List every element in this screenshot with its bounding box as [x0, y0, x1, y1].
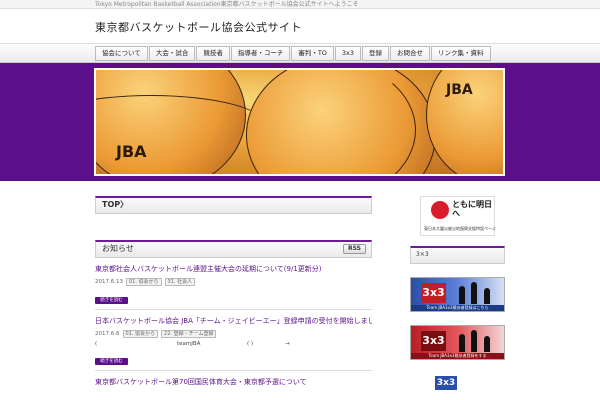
site-header: 東京都バスケットボール協会公式サイト — [0, 9, 600, 43]
breadcrumb-label[interactable]: TOP〉 — [102, 200, 128, 209]
nav-item[interactable]: 協会について — [95, 46, 148, 61]
post-date: 2017.6.13 — [95, 279, 123, 285]
player-silhouette — [484, 288, 490, 304]
banner-title: ともに明日へ — [452, 200, 492, 218]
site-tagline: Tokyo Metropolitan Basketball Associatio… — [95, 1, 359, 8]
post-title-link[interactable]: 東京都バスケットボール第70回国民体育大会・東京都予選について — [95, 377, 372, 387]
recovery-support-banner[interactable]: ともに明日へ 東日本大震災被災地復興支援特設ページ — [420, 196, 496, 236]
banner-caption: 東日本大震災被災地復興支援特設ページ — [424, 226, 496, 231]
sidebar: ともに明日へ 東日本大震災被災地復興支援特設ページ 3×3 3x3 Team J… — [410, 196, 505, 390]
breadcrumb: TOP〉 — [95, 196, 372, 214]
player-silhouette — [459, 334, 465, 352]
nav-item[interactable]: 大会・試合 — [148, 46, 196, 61]
player-silhouette — [471, 282, 477, 304]
main-content: TOP〉 お知らせ RSS 東京都社会人バスケットボール連盟主催大会の延期につい… — [95, 196, 372, 391]
global-nav: 協会について 大会・試合 競技者 指導者・コーチ 審判・TO 3x3 登録 お問合せ リンク集・… — [0, 43, 600, 63]
read-more-button[interactable]: 続きを読む — [95, 358, 128, 365]
3x3-logo: 3x3 — [421, 331, 446, 351]
nav-item[interactable]: 3x3 — [334, 46, 362, 61]
hero-image: JBA JBA — [96, 70, 503, 174]
hero-frame: JBA JBA — [94, 68, 505, 176]
excerpt-text: teamJBA — [177, 341, 201, 347]
news-post: 東京都社会人バスケットボール連盟主催大会の延期について(9/1更新分) 2017… — [95, 258, 372, 310]
3x3-banner-partial[interactable]: 3x3 — [410, 370, 505, 390]
ball-seam — [236, 70, 416, 174]
japan-map-icon — [431, 201, 449, 219]
news-post: 日本バスケットボール協会 JBA「チーム・ジェイビーエー」登録申請の受付を開始し… — [95, 310, 372, 371]
nav-item[interactable]: 競技者 — [196, 46, 230, 61]
rss-button[interactable]: RSS — [343, 244, 366, 254]
player-silhouette — [484, 336, 490, 352]
nav-item[interactable]: 登録 — [362, 46, 390, 61]
player-silhouette — [459, 286, 465, 304]
jba-logo-text: JBA — [446, 82, 473, 98]
news-post: 東京都バスケットボール第70回国民体育大会・東京都予選について — [95, 371, 372, 391]
excerpt-arrow: → — [285, 341, 290, 347]
3x3-registration-banner[interactable]: 3x3 Team JBA3x3競技者登録はこちら — [410, 277, 505, 312]
post-meta: 2017.6.6 01. 協会から 22. 登録・チーム登録 — [95, 330, 372, 338]
3x3-logo: 3x3 — [435, 376, 457, 390]
news-heading: お知らせ — [102, 244, 134, 253]
post-title-link[interactable]: 東京都社会人バスケットボール連盟主催大会の延期について(9/1更新分) — [95, 264, 372, 274]
3x3-logo: 3x3 — [421, 283, 446, 303]
post-category-tag[interactable]: 31. 社会人 — [164, 278, 196, 286]
nav-list: 協会について 大会・試合 競技者 指導者・コーチ 審判・TO 3x3 登録 お問合せ リンク集・… — [95, 46, 492, 61]
sidebar-3x3-box[interactable]: 3×3 — [410, 246, 505, 264]
post-category-tag[interactable]: 01. 協会から — [126, 278, 162, 286]
post-category-tag[interactable]: 22. 登録・チーム登録 — [161, 330, 217, 338]
3x3-registration-banner[interactable]: 3x3 Team JBA3x3競技者登録をする — [410, 325, 505, 360]
post-date: 2017.6.6 — [95, 331, 120, 337]
post-category-tag[interactable]: 01. 協会から — [122, 330, 159, 338]
nav-item[interactable]: お問合せ — [390, 46, 431, 61]
read-more-button[interactable]: 続きを読む — [95, 297, 128, 304]
hero-banner: JBA JBA — [0, 63, 600, 181]
post-meta: 2017.6.13 01. 協会から 31. 社会人 — [95, 278, 372, 286]
post-title-link[interactable]: 日本バスケットボール協会 JBA「チーム・ジェイビーエー」登録申請の受付を開始し… — [95, 316, 372, 326]
nav-item[interactable]: 指導者・コーチ — [230, 46, 291, 61]
banner-caption: Team JBA3x3競技者登録をする — [411, 353, 504, 359]
post-excerpt: ( teamJBA ( ) → — [95, 341, 372, 347]
nav-item[interactable]: 審判・TO — [291, 46, 334, 61]
nav-item[interactable]: リンク集・資料 — [431, 46, 491, 61]
site-title[interactable]: 東京都バスケットボール協会公式サイト — [95, 19, 302, 35]
top-info-bar: Tokyo Metropolitan Basketball Associatio… — [0, 0, 600, 9]
excerpt-text: ( ) — [247, 341, 254, 347]
excerpt-text: ( — [95, 341, 98, 347]
news-heading-bar: お知らせ RSS — [95, 240, 372, 258]
jba-logo-text: JBA — [116, 142, 147, 161]
player-silhouette — [471, 330, 477, 352]
banner-caption: Team JBA3x3競技者登録はこちら — [411, 305, 504, 311]
